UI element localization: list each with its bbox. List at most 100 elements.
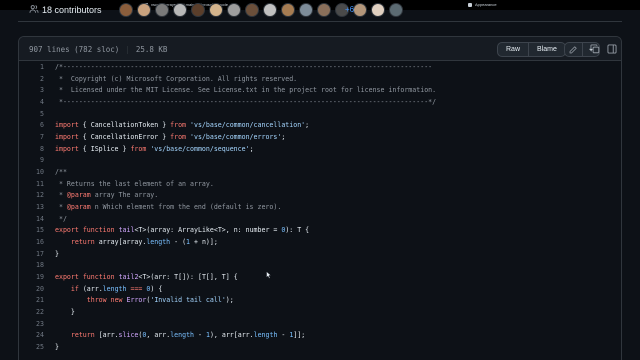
code-token: import — [55, 133, 79, 142]
code-token: length — [146, 238, 171, 247]
blame-button[interactable]: Blame — [528, 43, 565, 56]
code-token: } — [55, 308, 75, 317]
line-number[interactable]: 1 — [19, 62, 44, 74]
contributor-avatar[interactable] — [119, 3, 133, 17]
line-number[interactable]: 20 — [19, 284, 44, 296]
code-token: - — [277, 331, 290, 340]
code-token: 'Invalid tail call' — [150, 296, 226, 305]
line-number[interactable]: 13 — [19, 202, 44, 214]
contributor-avatar[interactable] — [191, 3, 205, 17]
code-token: import — [55, 144, 79, 153]
line-source: throw new Error('Invalid tail call'); — [55, 295, 234, 307]
line-source: * Copyright (c) Microsoft Corporation. A… — [55, 74, 297, 86]
code-token: array[array. — [94, 238, 147, 247]
code-token: } — [55, 249, 59, 258]
line-source: } — [55, 342, 59, 354]
contributor-avatar[interactable] — [389, 3, 403, 17]
code-token: - — [194, 331, 206, 340]
code-token: function — [82, 273, 115, 282]
file-size: 25.8 KB — [135, 45, 168, 54]
line-number[interactable]: 5 — [19, 109, 44, 121]
line-number[interactable]: 6 — [19, 120, 44, 132]
contributor-avatar[interactable] — [209, 3, 223, 17]
contributor-avatar[interactable] — [227, 3, 241, 17]
code-token: @param — [66, 191, 91, 200]
symbols-panel-button[interactable] — [606, 43, 618, 55]
line-number[interactable]: 16 — [19, 237, 44, 249]
line-number[interactable]: 23 — [19, 319, 44, 331]
code-token: length — [102, 284, 127, 293]
code-token: export — [55, 226, 79, 235]
code-token: ]]; — [293, 331, 306, 340]
contributor-avatar[interactable] — [155, 3, 169, 17]
line-number[interactable]: 11 — [19, 179, 44, 191]
line-number[interactable]: 15 — [19, 225, 44, 237]
code-token: *---------------------------------------… — [55, 98, 437, 107]
code-token: new — [110, 296, 123, 305]
line-number[interactable]: 18 — [19, 260, 44, 272]
line-source: * Licensed under the MIT License. See Li… — [55, 85, 436, 97]
contributors-count[interactable]: 18 contributors — [42, 5, 102, 15]
code-token: import — [55, 121, 79, 130]
line-number[interactable]: 8 — [19, 144, 44, 156]
contributor-avatar[interactable] — [173, 3, 187, 17]
code-line: 25} — [19, 342, 621, 354]
line-number[interactable]: 2 — [19, 74, 44, 86]
code-line: 4 *-------------------------------------… — [19, 97, 621, 109]
code-token: { CancellationToken } — [78, 121, 171, 130]
line-source: } — [55, 307, 75, 319]
line-number[interactable]: 25 — [19, 342, 44, 354]
contributor-avatar[interactable] — [281, 3, 295, 17]
line-source: if (arr.length === 0) { — [55, 284, 162, 296]
copy-raw-button[interactable] — [589, 43, 601, 55]
edit-file-button[interactable] — [565, 43, 582, 56]
line-number[interactable]: 21 — [19, 295, 44, 307]
code-line: 8 import { ISplice } from 'vs/base/common… — [19, 144, 621, 156]
code-token: <T>(array: ArrayLike<T>, n: number = — [134, 226, 282, 235]
code-listing[interactable]: 1 /*-------------------------------------… — [19, 62, 621, 354]
code-line: 3 * Licensed under the MIT License. See … — [19, 85, 621, 97]
line-source: *---------------------------------------… — [55, 97, 436, 109]
line-number[interactable]: 10 — [19, 167, 44, 179]
line-number[interactable]: 24 — [19, 330, 44, 342]
contributor-avatar[interactable] — [299, 3, 313, 17]
line-number[interactable]: 22 — [19, 307, 44, 319]
contributor-avatar[interactable] — [263, 3, 277, 17]
line-number[interactable]: 4 — [19, 97, 44, 109]
code-token: === — [130, 284, 143, 293]
contributor-avatar[interactable] — [353, 3, 367, 17]
line-number[interactable]: 3 — [19, 85, 44, 97]
more-contributors-link[interactable]: +6 — [345, 5, 354, 14]
code-token: ), arr[arr. — [209, 331, 254, 340]
code-token: * Returns the last element of an array. — [55, 179, 214, 188]
code-line: 20 if (arr.length === 0) { — [19, 284, 621, 296]
line-source: import { CancellationError } from 'vs/ba… — [55, 132, 285, 144]
code-line: 14 */ — [19, 214, 621, 226]
contributor-avatar[interactable] — [137, 3, 151, 17]
line-number[interactable]: 7 — [19, 132, 44, 144]
code-token: , arr. — [146, 331, 171, 340]
code-line: 2 * Copyright (c) Microsoft Corporation.… — [19, 74, 621, 86]
raw-button[interactable]: Raw — [498, 43, 528, 56]
code-token: /*--------------------------------------… — [55, 63, 433, 71]
line-number[interactable]: 12 — [19, 190, 44, 202]
code-token: * Copyright (c) Microsoft Corporation. A… — [55, 74, 298, 83]
line-source: } — [55, 249, 59, 261]
code-line: 9 — [19, 155, 621, 167]
line-number[interactable]: 9 — [19, 155, 44, 167]
contributor-avatar[interactable] — [317, 3, 331, 17]
contributor-avatar[interactable] — [245, 3, 259, 17]
contributors-bar: 18 contributors +6 — [18, 0, 622, 22]
code-token: ) { — [150, 284, 163, 293]
line-number[interactable]: 14 — [19, 214, 44, 226]
code-token: @param — [66, 203, 91, 212]
line-number[interactable]: 17 — [19, 249, 44, 261]
mouse-cursor-icon — [266, 271, 272, 279]
line-number[interactable]: 19 — [19, 272, 44, 284]
code-token: from — [170, 121, 187, 130]
copy-icon — [590, 44, 600, 54]
contributor-avatar[interactable] — [371, 3, 385, 17]
code-line: 23 — [19, 319, 621, 331]
code-line: 18 — [19, 260, 621, 272]
